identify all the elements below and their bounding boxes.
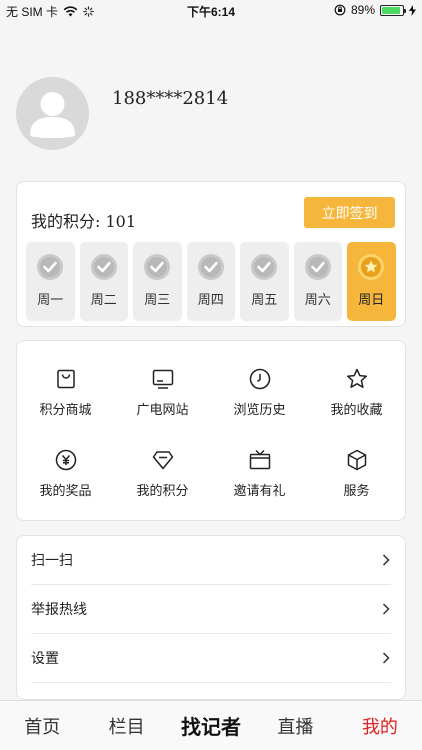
tab-bar: 首页 栏目 找记者 直播 我的 bbox=[0, 700, 422, 750]
day-label: 周六 bbox=[304, 293, 331, 308]
day-fri[interactable]: 周五 bbox=[240, 242, 289, 321]
feature-broadcast-site[interactable]: 广电网站 bbox=[114, 367, 211, 418]
tab-find-reporter[interactable]: 找记者 bbox=[169, 713, 253, 739]
check-circle-icon bbox=[197, 254, 224, 280]
feature-label: 邀请有礼 bbox=[233, 484, 286, 499]
feature-label: 我的收藏 bbox=[330, 403, 383, 418]
battery-icon bbox=[380, 4, 406, 16]
feature-history[interactable]: 浏览历史 bbox=[211, 367, 308, 418]
feature-label: 服务 bbox=[343, 484, 370, 499]
feature-prizes[interactable]: 我的奖品 bbox=[17, 448, 114, 499]
chevron-right-icon bbox=[382, 652, 390, 664]
feature-my-points[interactable]: 我的积分 bbox=[114, 448, 211, 499]
day-label: 周日 bbox=[358, 293, 385, 308]
menu-label: 设置 bbox=[31, 651, 59, 667]
gift-tv-icon bbox=[249, 449, 270, 470]
check-circle-icon bbox=[90, 254, 117, 280]
cube-icon bbox=[347, 449, 366, 471]
feature-label: 浏览历史 bbox=[233, 403, 286, 418]
feature-invite[interactable]: 邀请有礼 bbox=[211, 448, 308, 499]
check-circle-icon bbox=[144, 254, 171, 280]
menu-label: 扫一扫 bbox=[31, 553, 73, 569]
menu-settings[interactable]: 设置 bbox=[31, 634, 391, 683]
check-circle-icon bbox=[37, 254, 64, 280]
day-label: 周一 bbox=[37, 293, 64, 308]
battery-fill bbox=[382, 6, 400, 14]
feature-label: 广电网站 bbox=[136, 403, 189, 418]
user-avatar-icon bbox=[30, 92, 75, 138]
feature-label: 我的奖品 bbox=[39, 484, 92, 499]
day-thu[interactable]: 周四 bbox=[186, 242, 235, 321]
tab-home[interactable]: 首页 bbox=[0, 713, 84, 739]
shopping-bag-icon bbox=[56, 369, 75, 389]
day-label: 周五 bbox=[251, 293, 278, 308]
logo-text: 找记者 bbox=[181, 715, 241, 739]
weekly-checkin: 周一 周二 周三 周四 周五 周六 周日 bbox=[26, 242, 396, 321]
clock-icon bbox=[249, 368, 270, 390]
status-right: 89% bbox=[334, 3, 416, 17]
status-bar: 无 SIM 卡 下午6:14 89% bbox=[0, 0, 422, 22]
phone-number: 188****2814 bbox=[112, 88, 229, 109]
rotation-lock-icon bbox=[334, 4, 346, 16]
menu-label: 举报热线 bbox=[31, 602, 87, 618]
yen-coin-icon bbox=[55, 449, 76, 471]
day-label: 周四 bbox=[197, 293, 224, 308]
feature-service[interactable]: 服务 bbox=[308, 448, 405, 499]
diamond-icon bbox=[152, 451, 173, 470]
day-label: 周三 bbox=[144, 293, 171, 308]
find-reporter-logo: 找记者 bbox=[181, 715, 241, 739]
day-label: 周二 bbox=[90, 293, 117, 308]
day-sat[interactable]: 周六 bbox=[293, 242, 342, 321]
features-grid: 积分商城 广电网站 浏览历史 我的收藏 我的奖品 我的积分 邀请有礼 服务 bbox=[17, 367, 405, 499]
features-card: 积分商城 广电网站 浏览历史 我的收藏 我的奖品 我的积分 邀请有礼 服务 bbox=[16, 340, 406, 521]
day-sun-today[interactable]: 周日 bbox=[347, 242, 396, 321]
check-circle-icon bbox=[251, 254, 278, 280]
signin-button[interactable]: 立即签到 bbox=[304, 197, 395, 228]
points-card: 我的积分: 101 立即签到 周一 周二 周三 周四 周五 周六 周日 bbox=[16, 181, 406, 327]
feature-label: 我的积分 bbox=[136, 484, 189, 499]
menu-card: 扫一扫 举报热线 设置 bbox=[16, 535, 406, 700]
menu-scan[interactable]: 扫一扫 bbox=[31, 536, 391, 585]
feature-favorites[interactable]: 我的收藏 bbox=[308, 367, 405, 418]
tab-mine[interactable]: 我的 bbox=[338, 713, 422, 739]
day-tue[interactable]: 周二 bbox=[79, 242, 128, 321]
feature-label: 积分商城 bbox=[39, 403, 92, 418]
chevron-right-icon bbox=[382, 554, 390, 566]
avatar[interactable] bbox=[16, 77, 89, 150]
chevron-right-icon bbox=[382, 603, 390, 615]
tab-live[interactable]: 直播 bbox=[253, 713, 337, 739]
battery-percent: 89% bbox=[350, 3, 375, 17]
tab-columns[interactable]: 栏目 bbox=[84, 713, 168, 739]
feature-points-mall[interactable]: 积分商城 bbox=[17, 367, 114, 418]
day-wed[interactable]: 周三 bbox=[133, 242, 182, 321]
charging-bolt-icon bbox=[409, 4, 416, 16]
check-circle-icon bbox=[304, 254, 331, 280]
day-mon[interactable]: 周一 bbox=[26, 242, 75, 321]
points-label: 我的积分: 101 bbox=[31, 212, 137, 231]
star-coin-icon bbox=[358, 254, 385, 280]
star-icon bbox=[346, 368, 367, 388]
menu-report-hotline[interactable]: 举报热线 bbox=[31, 585, 391, 634]
tv-monitor-icon bbox=[152, 369, 173, 389]
